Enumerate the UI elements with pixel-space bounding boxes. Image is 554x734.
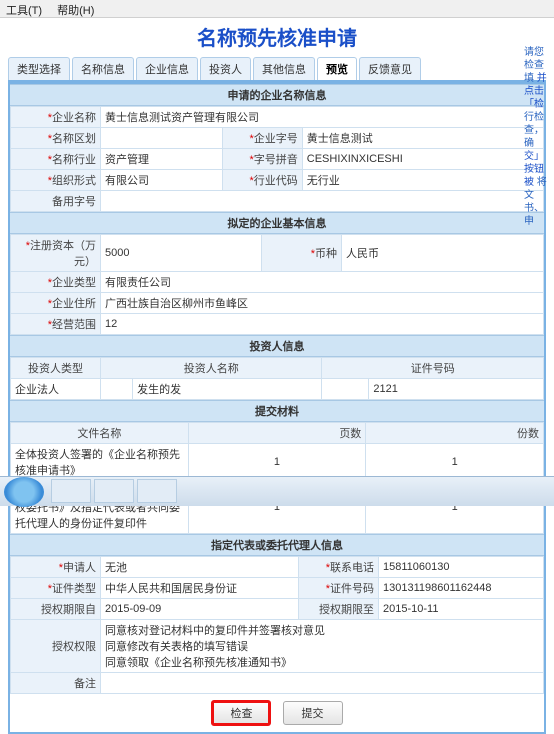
table-name-info: *企业名称黄士信息测试资产管理有限公司 *名称区划 *企业字号黄士信息测试 *名… (10, 106, 544, 212)
taskbar-item[interactable] (137, 479, 177, 503)
page-title: 名称预先核准申请 (0, 18, 554, 57)
table-investor: 投资人类型投资人名称证件号码 企业法人发生的发2121 (10, 357, 544, 400)
zihao-value: 黄士信息测试 (302, 128, 543, 149)
tab-type[interactable]: 类型选择 (8, 57, 70, 80)
capital-value: 5000 (101, 235, 262, 272)
submit-button[interactable]: 提交 (283, 701, 343, 725)
ent-name-value: 黄士信息测试资产管理有限公司 (101, 107, 544, 128)
phone-value: 15811060130 (379, 557, 544, 578)
side-note: 请您检查填 并点击「检 行检查，确 交」按钮被 将文书、申 (524, 46, 550, 228)
check-button[interactable]: 检查 (211, 700, 271, 726)
id-number-value: 130131198601162448 (379, 578, 544, 599)
pinyin-value: CESHIXINXICESHI (302, 149, 543, 170)
taskbar-item[interactable] (94, 479, 134, 503)
menu-help[interactable]: 帮助(H) (57, 5, 94, 17)
content-panel: 申请的企业名称信息 *企业名称黄士信息测试资产管理有限公司 *名称区划 *企业字… (8, 82, 546, 734)
tab-preview[interactable]: 预览 (317, 57, 357, 80)
tab-bar: 类型选择 名称信息 企业信息 投资人 其他信息 预览 反馈意见 (8, 57, 546, 82)
section-header-investor: 投资人信息 (10, 335, 544, 357)
tab-feedback[interactable]: 反馈意见 (359, 57, 421, 80)
taskbar-item[interactable] (51, 479, 91, 503)
table-row: 企业法人发生的发2121 (11, 379, 544, 400)
menu-tools[interactable]: 工具(T) (6, 5, 42, 17)
tab-name-info[interactable]: 名称信息 (72, 57, 134, 80)
menubar: 工具(T) 帮助(H) (0, 0, 554, 18)
start-button[interactable] (4, 477, 44, 507)
table-agent: *申请人无池 *联系电话15811060130 *证件类型中华人民共和国居民身份… (10, 556, 544, 694)
button-bar: 检查 提交 (10, 694, 544, 732)
table-basic-info: *注册资本（万元）5000 *币种人民币 *企业类型有限责任公司 *企业住所广西… (10, 234, 544, 335)
section-header-materials: 提交材料 (10, 400, 544, 422)
section-header-agent: 指定代表或委托代理人信息 (10, 534, 544, 556)
section-header-name: 申请的企业名称信息 (10, 84, 544, 106)
tab-ent-info[interactable]: 企业信息 (136, 57, 198, 80)
tab-investor[interactable]: 投资人 (200, 57, 251, 80)
address-value: 广西壮族自治区柳州市鱼峰区 (101, 293, 544, 314)
tab-other[interactable]: 其他信息 (253, 57, 315, 80)
taskbar[interactable] (0, 476, 554, 506)
section-header-basic: 拟定的企业基本信息 (10, 212, 544, 234)
table-row: 全体投资人签署的《企业名称预先核准申请书》11 (11, 444, 544, 481)
